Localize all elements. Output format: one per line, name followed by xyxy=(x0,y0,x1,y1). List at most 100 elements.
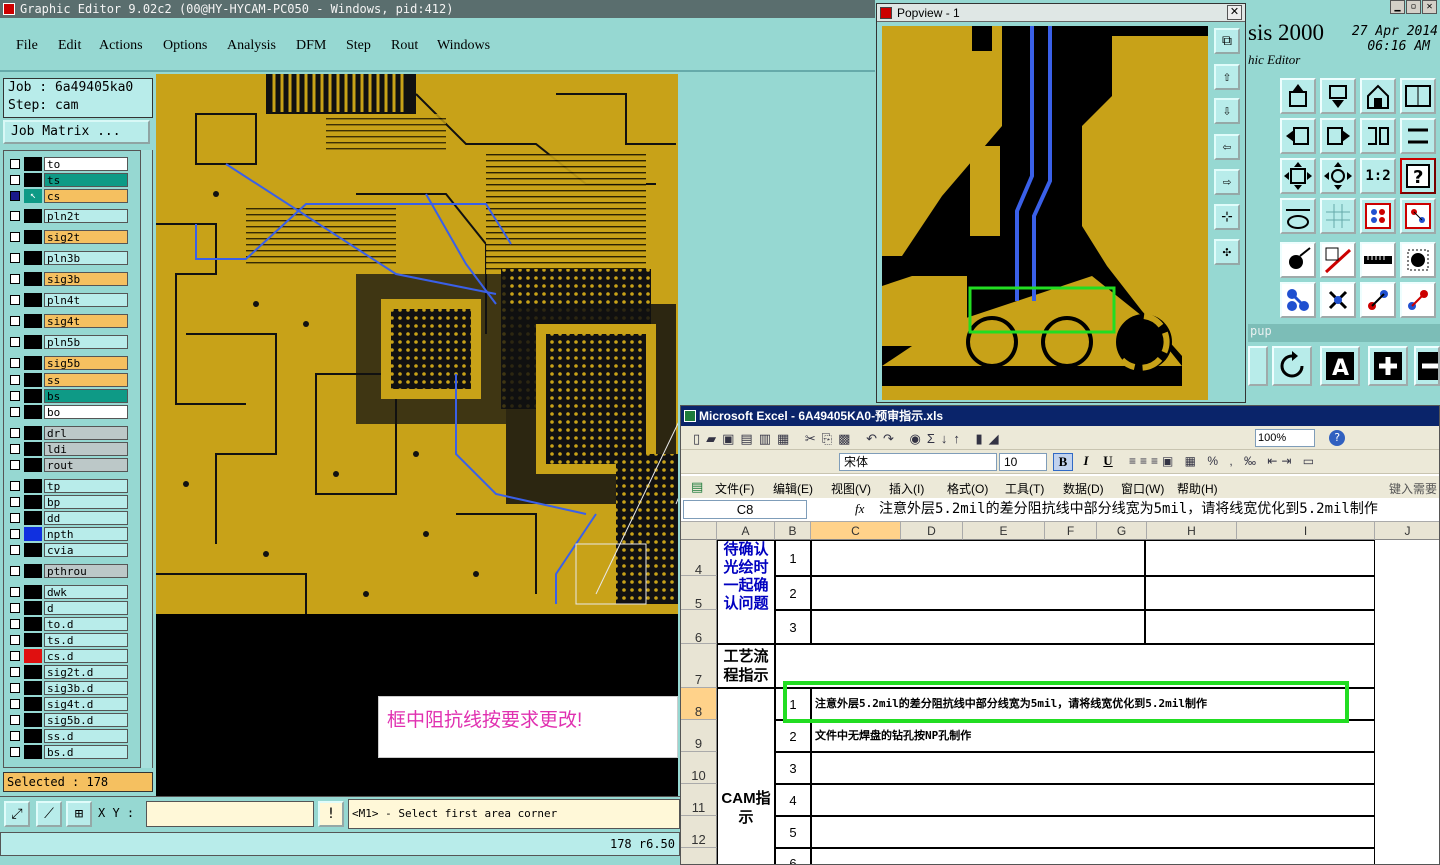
layer-checkbox[interactable] xyxy=(10,274,20,284)
cell-b5[interactable]: 2 xyxy=(775,576,811,610)
popview-canvas[interactable] xyxy=(882,26,1208,400)
cell-b10[interactable]: 3 xyxy=(775,752,811,784)
rotate-icon[interactable] xyxy=(1272,346,1312,386)
layer-checkbox[interactable] xyxy=(10,545,20,555)
maximize-icon[interactable]: ▫ xyxy=(1406,0,1421,14)
layer-color-swatch[interactable] xyxy=(24,527,42,541)
layer-checkbox[interactable] xyxy=(10,651,20,661)
xl-menu-help[interactable]: 帮助(H) xyxy=(1177,480,1218,497)
layer-checkbox[interactable] xyxy=(10,159,20,169)
minimize-icon[interactable]: ▁ xyxy=(1390,0,1405,14)
add-icon[interactable] xyxy=(1368,346,1408,386)
layer-color-swatch[interactable] xyxy=(24,173,42,187)
pup-left-icon[interactable] xyxy=(1248,346,1268,386)
layer-color-swatch[interactable] xyxy=(24,157,42,171)
layer-row-sig5b-d[interactable]: sig5b.d xyxy=(8,713,128,727)
layer-checkbox[interactable] xyxy=(10,497,20,507)
net-node-icon[interactable] xyxy=(1280,282,1316,318)
layer-name[interactable]: dd xyxy=(44,511,128,525)
fit-window-icon[interactable] xyxy=(1400,78,1436,114)
layer-row-bs[interactable]: bs xyxy=(8,389,128,403)
pv-expand-icon[interactable]: ⧉ xyxy=(1214,28,1240,54)
scale-button[interactable]: 1:2 xyxy=(1360,158,1396,194)
layer-checkbox[interactable] xyxy=(10,699,20,709)
layer-name[interactable]: cs.d xyxy=(44,649,128,663)
layer-name[interactable]: bp xyxy=(44,495,128,509)
layer-row-rout[interactable]: rout xyxy=(8,458,128,472)
layer-checkbox[interactable] xyxy=(10,747,20,757)
layer-name[interactable]: pln2t xyxy=(44,209,128,223)
grid-icon[interactable] xyxy=(1320,198,1356,234)
layer-color-swatch[interactable] xyxy=(24,511,42,525)
layer-name[interactable]: sig5b xyxy=(44,356,128,370)
layer-color-swatch[interactable] xyxy=(24,697,42,711)
route-icon[interactable] xyxy=(1360,282,1396,318)
column-j-cells[interactable] xyxy=(1375,540,1439,864)
grid-snap-icon[interactable]: ⊞ xyxy=(66,801,92,827)
layer-checkbox[interactable] xyxy=(10,603,20,613)
layer-row-dwk[interactable]: dwk xyxy=(8,585,128,599)
font-size-select[interactable]: 10 xyxy=(999,453,1047,471)
layer-color-swatch[interactable] xyxy=(24,585,42,599)
pv-left-icon[interactable]: ⇦ xyxy=(1214,134,1240,160)
cell-a4-pending-issues[interactable]: 待确认光绘时一起确认问题 xyxy=(717,540,775,644)
cell-c11[interactable] xyxy=(811,784,1375,816)
layer-checkbox[interactable] xyxy=(10,232,20,242)
delete-feature-icon[interactable] xyxy=(1320,282,1356,318)
select-feature-icon[interactable] xyxy=(1280,242,1316,278)
layer-row-sig4t[interactable]: sig4t xyxy=(8,314,128,328)
cell-c12[interactable] xyxy=(811,816,1375,848)
menu-options[interactable]: Options xyxy=(163,38,207,54)
layer-name[interactable]: ss xyxy=(44,373,128,387)
help-icon[interactable]: ? xyxy=(1400,158,1436,194)
job-matrix-button[interactable]: Job Matrix ... xyxy=(3,120,150,144)
pcb-graphic-canvas[interactable] xyxy=(156,74,678,614)
row-header-9[interactable]: 9 xyxy=(681,720,717,752)
layer-row-dd[interactable]: dd xyxy=(8,511,128,525)
menu-analysis[interactable]: Analysis xyxy=(227,38,276,54)
net-compare-icon[interactable] xyxy=(1400,198,1436,234)
formula-input[interactable]: 注意外层5.2mil的差分阻抗线中部分线宽为5mil，请将线宽优化到5.2mil… xyxy=(879,500,1439,519)
layer-color-swatch[interactable] xyxy=(24,649,42,663)
col-header-i[interactable]: I xyxy=(1237,522,1375,540)
layer-checkbox[interactable] xyxy=(10,635,20,645)
layer-row-bs-d[interactable]: bs.d xyxy=(8,745,128,759)
layer-row-d[interactable]: d xyxy=(8,601,128,615)
help-icon[interactable]: ? xyxy=(1329,430,1345,446)
layer-name[interactable]: pln5b xyxy=(44,335,128,349)
layer-color-swatch[interactable] xyxy=(24,745,42,759)
layer-checkbox[interactable] xyxy=(10,175,20,185)
menu-dfm[interactable]: DFM xyxy=(296,38,326,54)
layer-checkbox[interactable] xyxy=(10,191,20,201)
zoom-fit-icon[interactable] xyxy=(1280,158,1316,194)
layer-color-swatch[interactable] xyxy=(24,601,42,615)
menu-edit[interactable]: Edit xyxy=(58,38,81,54)
italic-button[interactable]: I xyxy=(1077,453,1095,471)
layer-row-sig5b[interactable]: sig5b xyxy=(8,356,128,370)
layer-name[interactable]: sig4t xyxy=(44,314,128,328)
close-icon[interactable]: ✕ xyxy=(1422,0,1437,14)
layer-checkbox[interactable] xyxy=(10,428,20,438)
home-icon[interactable] xyxy=(1360,78,1396,114)
layer-checkbox[interactable] xyxy=(10,731,20,741)
move-right-icon[interactable] xyxy=(1320,118,1356,154)
layer-name[interactable]: rout xyxy=(44,458,128,472)
pad-icon[interactable] xyxy=(1400,242,1436,278)
xl-menu-file[interactable]: 文件(F) xyxy=(715,480,754,497)
layer-checkbox[interactable] xyxy=(10,667,20,677)
layer-checkbox[interactable] xyxy=(10,337,20,347)
text-icon[interactable]: A xyxy=(1320,346,1360,386)
col-header-j[interactable]: J xyxy=(1375,522,1439,540)
layer-color-swatch[interactable] xyxy=(24,272,42,286)
xl-menu-view[interactable]: 视图(V) xyxy=(831,480,871,497)
layer-checkbox[interactable] xyxy=(10,407,20,417)
col-header-e[interactable]: E xyxy=(963,522,1045,540)
layer-compare-icon[interactable] xyxy=(1360,198,1396,234)
layer-color-swatch[interactable] xyxy=(24,681,42,695)
layer-name[interactable]: cvia xyxy=(44,543,128,557)
layer-row-sig3b-d[interactable]: sig3b.d xyxy=(8,681,128,695)
row-header-13[interactable] xyxy=(681,848,717,864)
layer-name[interactable]: npth xyxy=(44,527,128,541)
popview-close-icon[interactable]: ✕ xyxy=(1227,5,1242,20)
layer-checkbox[interactable] xyxy=(10,587,20,597)
